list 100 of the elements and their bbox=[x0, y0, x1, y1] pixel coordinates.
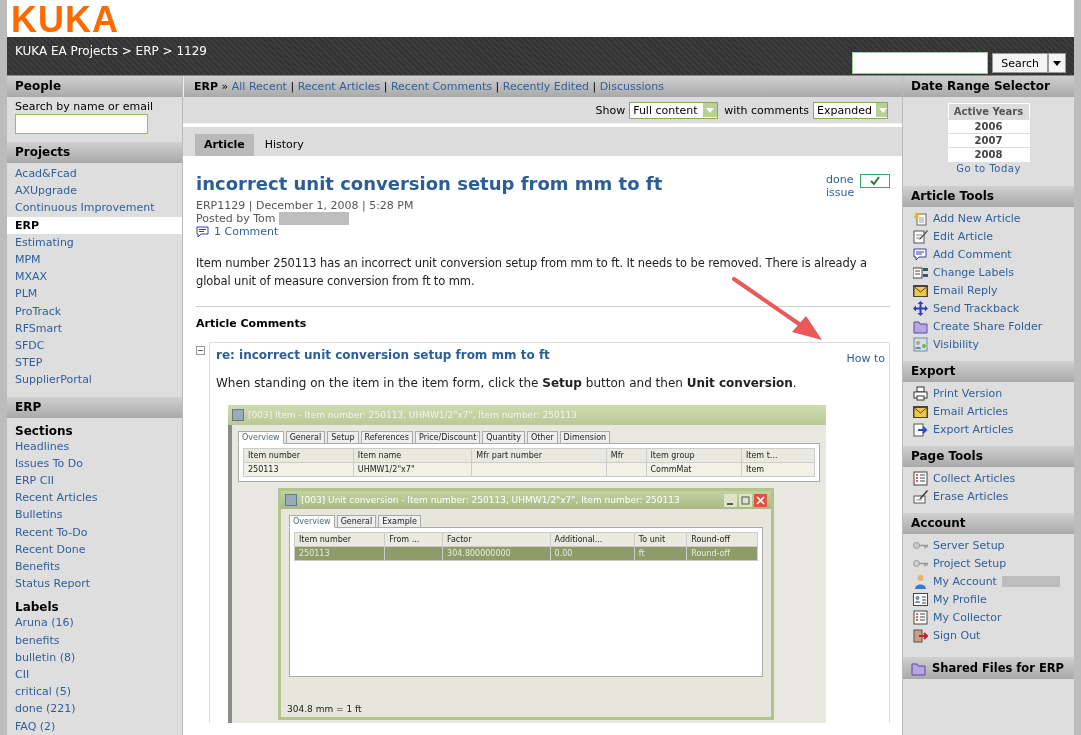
window-tab[interactable]: Other bbox=[526, 431, 558, 444]
project-link[interactable]: ERP bbox=[7, 216, 182, 234]
tool-link[interactable]: Server Setup bbox=[933, 538, 1005, 552]
year-link[interactable]: 2006 bbox=[948, 119, 1029, 134]
tool-link[interactable]: Collect Articles bbox=[933, 471, 1016, 485]
project-link[interactable]: Continuous Improvement bbox=[7, 199, 182, 217]
column-header: From ... bbox=[384, 532, 443, 547]
section-link[interactable]: Recent To-Do bbox=[7, 523, 182, 541]
tool-link[interactable]: My Collector bbox=[933, 610, 1002, 624]
column-header: Item number bbox=[243, 448, 354, 463]
collapse-icon[interactable] bbox=[196, 346, 205, 355]
label-link[interactable]: How to bbox=[846, 352, 885, 365]
project-link[interactable]: ProTrack bbox=[7, 302, 182, 320]
tool-link[interactable]: My Profile bbox=[933, 592, 987, 606]
dropdown-arrow-icon bbox=[875, 103, 887, 117]
label-link[interactable]: CII bbox=[7, 666, 182, 684]
window-tab[interactable]: Example bbox=[378, 515, 421, 528]
project-link[interactable]: STEP bbox=[7, 354, 182, 372]
article-body: Item number 250113 has an incorrect unit conversion setup from mm to ft. It needs to be removed. There is already a global unit of measure conversion from ft to mm. bbox=[196, 255, 868, 290]
nav-link[interactable]: Recently Edited bbox=[502, 80, 589, 93]
tool-link[interactable]: Change Labels bbox=[933, 265, 1015, 279]
project-link[interactable]: SFDC bbox=[7, 337, 182, 355]
tool-link[interactable]: Email Articles bbox=[933, 404, 1009, 418]
window-tab[interactable]: Overview bbox=[289, 515, 335, 528]
tool-link[interactable]: Project Setup bbox=[933, 556, 1007, 570]
column-header: Item t... bbox=[741, 448, 815, 463]
section-link[interactable]: Recent Done bbox=[7, 540, 182, 559]
project-link[interactable]: AXUpgrade bbox=[7, 182, 182, 200]
content-dropdown[interactable]: Full content bbox=[629, 101, 719, 119]
comment-count-link[interactable]: 1 Comment bbox=[214, 225, 279, 238]
section-link[interactable]: ERP CII bbox=[7, 472, 182, 490]
tab[interactable]: Article bbox=[195, 134, 254, 156]
project-link[interactable]: SupplierPortal bbox=[7, 371, 182, 389]
shared-files-header[interactable]: Shared Files for ERP bbox=[903, 657, 1074, 679]
tool-link[interactable]: Visibility bbox=[933, 337, 980, 351]
window-tab[interactable]: References bbox=[360, 431, 413, 444]
tool-link[interactable]: Send Trackback bbox=[933, 301, 1020, 315]
section-link[interactable]: Status Report bbox=[7, 575, 182, 593]
comment-body: When standing on the item in the item form, click the Setup button and then Unit conversion. bbox=[216, 375, 798, 391]
minimize-icon[interactable] bbox=[724, 493, 737, 507]
subheading: Labels bbox=[14, 600, 60, 615]
status-link[interactable]: done issue bbox=[826, 173, 854, 199]
label-link[interactable]: FAQ (2) bbox=[7, 717, 182, 735]
dropdown-button[interactable] bbox=[1048, 53, 1066, 73]
tool-link[interactable]: Print Version bbox=[933, 386, 1003, 400]
tool-link[interactable]: Add New Article bbox=[933, 211, 1021, 225]
comments-label: with comments bbox=[724, 103, 809, 117]
tool-link[interactable]: Email Reply bbox=[933, 283, 998, 297]
label-link[interactable]: Aruna (16) bbox=[7, 614, 182, 632]
project-link[interactable]: Acad&Fcad bbox=[7, 165, 182, 183]
column-header: Mfr part number bbox=[471, 448, 607, 463]
nav-divider: | bbox=[383, 80, 388, 93]
section-link[interactable]: Issues To Do bbox=[7, 454, 182, 473]
label-link[interactable]: benefits bbox=[7, 631, 182, 649]
window-tab[interactable]: Dimension bbox=[559, 431, 611, 444]
section-link[interactable]: Benefits bbox=[7, 558, 182, 576]
status-checkbox[interactable] bbox=[860, 174, 890, 188]
tool-link[interactable]: Create Share Folder bbox=[933, 319, 1043, 333]
project-link[interactable]: Estimating bbox=[7, 233, 182, 251]
nav-current: ERP bbox=[194, 80, 219, 93]
project-link[interactable]: PLM bbox=[7, 285, 182, 303]
tool-link[interactable]: Add Comment bbox=[933, 247, 1012, 261]
tab[interactable]: History bbox=[255, 134, 313, 156]
project-link[interactable]: MPM bbox=[7, 251, 182, 269]
project-link[interactable]: MXAX bbox=[7, 268, 182, 286]
tool-link[interactable]: Edit Article bbox=[933, 229, 994, 243]
search-button[interactable]: Search bbox=[992, 53, 1048, 73]
window-tab[interactable]: Price/Discount bbox=[414, 431, 481, 444]
label-link[interactable]: done (221) bbox=[7, 700, 182, 718]
today-link[interactable]: Go to Today bbox=[956, 163, 1021, 174]
nav-separator: » bbox=[221, 80, 229, 93]
label-link[interactable]: critical (5) bbox=[7, 683, 182, 701]
label-link[interactable]: bulletin (8) bbox=[7, 648, 182, 667]
window-tab[interactable]: Overview bbox=[238, 431, 284, 444]
tool-link[interactable]: Export Articles bbox=[933, 422, 1014, 436]
comments-dropdown[interactable]: Expanded bbox=[813, 101, 888, 119]
section-link[interactable]: Headlines bbox=[7, 437, 182, 455]
window-tab[interactable]: General bbox=[285, 431, 326, 444]
window-tab[interactable]: General bbox=[336, 515, 377, 528]
year-link[interactable]: 2007 bbox=[948, 133, 1029, 148]
logo: KUKA bbox=[11, 3, 119, 37]
section-header: ERP bbox=[7, 396, 182, 418]
window-tab[interactable]: Setup bbox=[327, 431, 359, 444]
year-link[interactable]: 2008 bbox=[948, 147, 1029, 162]
nav-link[interactable]: All Recent bbox=[231, 80, 287, 93]
tool-link[interactable]: My Account bbox=[933, 574, 997, 588]
nav-link[interactable]: Discussions bbox=[599, 80, 664, 93]
nav-link[interactable]: Recent Comments bbox=[390, 80, 493, 93]
nav-divider: | bbox=[495, 80, 500, 93]
nav-link[interactable]: Recent Articles bbox=[297, 80, 381, 93]
section-link[interactable]: Bulletins bbox=[7, 506, 182, 524]
column-header: Round-off bbox=[686, 532, 758, 547]
people-search-field[interactable] bbox=[15, 114, 148, 134]
project-link[interactable]: RFSmart bbox=[7, 319, 182, 338]
tool-link[interactable]: Erase Articles bbox=[933, 489, 1009, 503]
close-icon[interactable] bbox=[754, 493, 767, 507]
window-tab[interactable]: Quantity bbox=[482, 431, 525, 444]
section-link[interactable]: Recent Articles bbox=[7, 489, 182, 507]
search-field[interactable] bbox=[852, 52, 989, 74]
tool-link[interactable]: Sign Out bbox=[933, 628, 981, 642]
